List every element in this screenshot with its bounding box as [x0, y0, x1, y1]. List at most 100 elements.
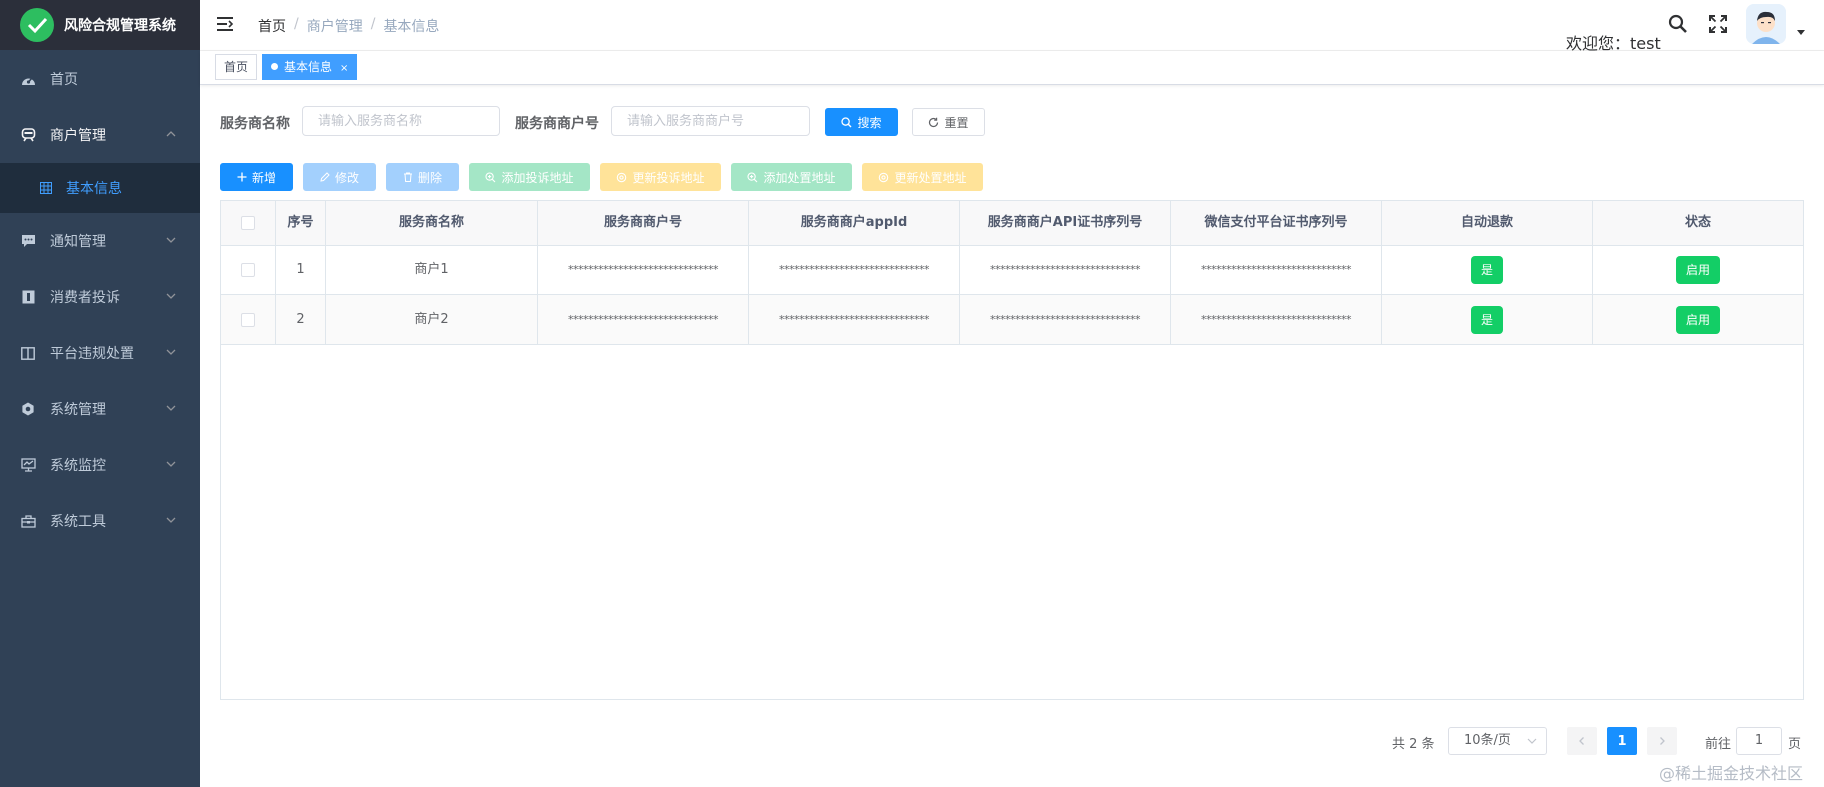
- sidebar-item-basic-info[interactable]: 基本信息: [0, 163, 200, 213]
- page-size-value: 10条/页: [1464, 733, 1511, 748]
- fullscreen-icon[interactable]: [1708, 14, 1728, 38]
- avatar[interactable]: [1746, 4, 1786, 44]
- chevron-down-icon: [166, 349, 176, 355]
- sidebar-item-label: 系统工具: [50, 514, 106, 530]
- caret-down-icon[interactable]: [1797, 30, 1805, 35]
- prev-page-button[interactable]: [1567, 727, 1597, 755]
- sidebar-item-violation[interactable]: 平台违规处置: [0, 325, 200, 381]
- merchant-no-label: 服务商商户号: [515, 116, 599, 132]
- table-icon: [40, 182, 52, 194]
- cell-name: 商户1: [326, 245, 538, 294]
- row-checkbox-cell[interactable]: [221, 295, 276, 344]
- breadcrumb-item-merchant: 商户管理: [306, 19, 363, 35]
- sidebar-item-notice[interactable]: 通知管理: [0, 213, 200, 269]
- sidebar-item-tools[interactable]: 系统工具: [0, 493, 200, 549]
- checkbox[interactable]: [241, 312, 255, 327]
- violation-icon: [20, 345, 36, 361]
- status-badge: 启用: [1675, 255, 1720, 284]
- breadcrumb-separator: /: [294, 16, 299, 32]
- tag-label: 基本信息: [284, 60, 333, 74]
- cell-auto-refund: 是: [1382, 295, 1593, 344]
- logo[interactable]: 风险合规管理系统: [0, 0, 200, 50]
- name-input[interactable]: [302, 106, 500, 136]
- plus-icon: [237, 172, 247, 182]
- sidebar-item-label: 首页: [50, 72, 78, 88]
- pagination-total: 共 2 条: [1392, 737, 1435, 752]
- delete-button[interactable]: 删除: [386, 163, 459, 191]
- page-number-button[interactable]: 1: [1607, 727, 1637, 755]
- sidebar: 风险合规管理系统 首页 商户管理 基本信息 通知管理 消费者投诉 平台违规处置 …: [0, 0, 200, 787]
- search-icon[interactable]: [1668, 14, 1688, 38]
- cell-status: 启用: [1593, 295, 1803, 344]
- chevron-right-icon: [1660, 737, 1665, 745]
- search-button[interactable]: 搜索: [825, 108, 898, 136]
- sidebar-item-system[interactable]: 系统管理: [0, 381, 200, 437]
- add-button[interactable]: 新增: [220, 163, 293, 191]
- merchant-no-input[interactable]: [611, 106, 810, 136]
- checkbox[interactable]: [241, 262, 255, 277]
- add-complaint-url-button[interactable]: 添加投诉地址: [469, 163, 590, 191]
- row-checkbox-cell[interactable]: [221, 245, 276, 294]
- refresh-icon: [929, 117, 939, 127]
- chevron-down-icon: [1527, 738, 1537, 744]
- trash-icon: [403, 172, 412, 182]
- cell-wx-serial: ******************************: [1171, 295, 1382, 344]
- merchant-table: 序号 服务商名称 服务商商户号 服务商商户appId 服务商商户API证书序列号…: [220, 200, 1804, 700]
- active-dot-icon: [271, 63, 278, 70]
- close-icon[interactable]: ×: [340, 63, 348, 74]
- table-row[interactable]: 1 商户1 ****************************** ***…: [221, 245, 1803, 295]
- sidebar-item-label: 基本信息: [66, 181, 122, 197]
- auto-refund-tag: 是: [1470, 305, 1503, 334]
- sidebar-item-merchant[interactable]: 商户管理: [0, 107, 200, 163]
- add-handle-url-label: 添加处置地址: [763, 170, 836, 185]
- sidebar-item-home[interactable]: 首页: [0, 51, 200, 107]
- sidebar-item-label: 系统管理: [50, 402, 106, 418]
- column-header: 服务商商户号: [538, 201, 749, 245]
- edit-icon: [320, 172, 330, 182]
- edit-button[interactable]: 修改: [303, 163, 376, 191]
- column-header: 服务商名称: [326, 201, 538, 245]
- tag-home[interactable]: 首页: [215, 54, 258, 80]
- sidebar-item-label: 消费者投诉: [50, 290, 120, 306]
- add-complaint-url-label: 添加投诉地址: [501, 170, 574, 185]
- table-header: 序号 服务商名称 服务商商户号 服务商商户appId 服务商商户API证书序列号…: [221, 201, 1803, 246]
- gear-icon: [617, 172, 627, 182]
- add-handle-url-button[interactable]: 添加处置地址: [731, 163, 852, 191]
- table-row[interactable]: 2 商户2 ****************************** ***…: [221, 295, 1803, 345]
- reset-button[interactable]: 重置: [912, 108, 985, 136]
- breadcrumb-item-home[interactable]: 首页: [258, 16, 286, 36]
- column-header: 服务商商户API证书序列号: [960, 201, 1171, 245]
- delete-button-label: 删除: [417, 170, 442, 185]
- tags-view: 首页 基本信息 ×: [200, 51, 1824, 85]
- status-badge: 启用: [1675, 305, 1720, 334]
- checkbox[interactable]: [241, 216, 255, 230]
- update-complaint-url-button[interactable]: 更新投诉地址: [600, 163, 721, 191]
- column-header: 序号: [276, 201, 326, 245]
- add-button-label: 新增: [251, 170, 276, 185]
- gear-icon: [20, 401, 36, 417]
- auto-refund-tag: 是: [1470, 255, 1503, 284]
- goto-prefix: 前往: [1705, 737, 1732, 752]
- chevron-left-icon: [1579, 737, 1584, 745]
- next-page-button[interactable]: [1647, 727, 1677, 755]
- column-header: 自动退款: [1382, 201, 1593, 245]
- hamburger-icon[interactable]: [216, 16, 234, 36]
- breadcrumb: 首页 / 商户管理 / 基本信息: [258, 16, 439, 36]
- sidebar-item-monitor[interactable]: 系统监控: [0, 437, 200, 493]
- cell-merchant-no: ******************************: [538, 295, 749, 344]
- goto-page-input[interactable]: 1: [1736, 727, 1782, 755]
- zoom-in-icon: [747, 171, 758, 182]
- cell-appid: ******************************: [749, 245, 960, 294]
- cell-merchant-no: ******************************: [538, 245, 749, 294]
- column-header: 状态: [1684, 215, 1711, 230]
- tag-basic-info[interactable]: 基本信息 ×: [262, 54, 358, 80]
- sidebar-item-complaint[interactable]: 消费者投诉: [0, 269, 200, 325]
- cell-api-serial: ******************************: [960, 295, 1171, 344]
- edit-button-label: 修改: [334, 170, 359, 185]
- name-label: 服务商名称: [220, 116, 290, 132]
- page-size-select[interactable]: 10条/页: [1448, 727, 1547, 755]
- monitor-icon: [20, 457, 36, 473]
- search-button-label: 搜索: [857, 115, 882, 130]
- select-all-checkbox[interactable]: [221, 201, 276, 245]
- update-handle-url-button[interactable]: 更新处置地址: [862, 163, 983, 191]
